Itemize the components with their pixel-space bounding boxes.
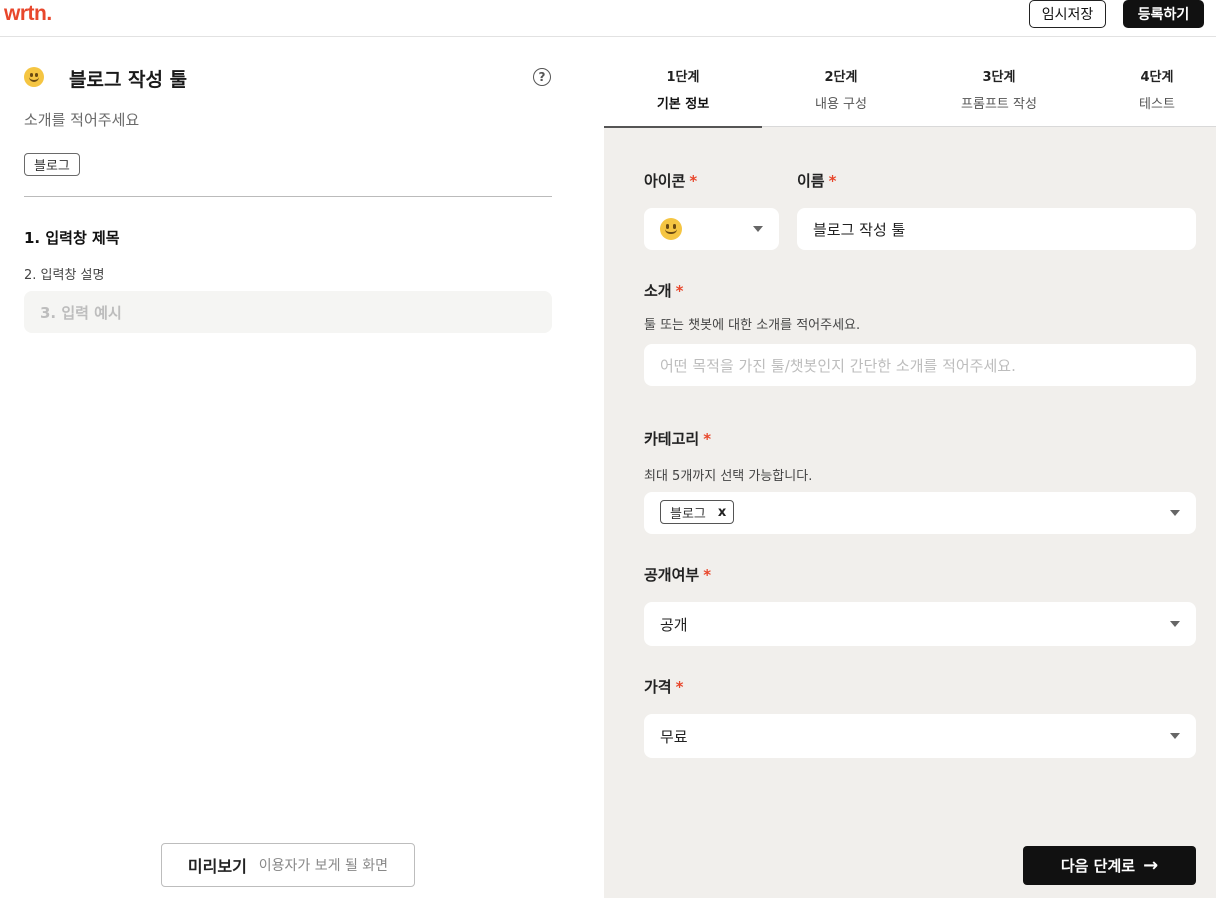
category-label: 카테고리 * [644, 430, 712, 448]
chevron-down-icon [1170, 510, 1180, 516]
step-name: 기본 정보 [656, 97, 710, 112]
step-tabs: 1단계 기본 정보 2단계 내용 구성 3단계 프롬프트 작성 4단계 테스트 [604, 37, 1216, 128]
required-mark: * [703, 430, 712, 448]
intro-label: 소개 * [644, 282, 684, 300]
category-chip: 블로그 x [660, 500, 735, 524]
price-value: 무료 [660, 727, 688, 746]
input-description-field[interactable]: 2. 입력창 설명 [24, 264, 104, 283]
category-select[interactable]: 블로그 x [644, 492, 1196, 534]
tab-step-2[interactable]: 2단계 내용 구성 [762, 37, 920, 127]
settings-panel: 1단계 기본 정보 2단계 내용 구성 3단계 프롬프트 작성 4단계 테스트 … [604, 37, 1216, 898]
temp-save-button[interactable]: 임시저장 [1029, 0, 1106, 28]
next-step-label: 다음 단계로 [1060, 857, 1136, 875]
input-title-field[interactable]: 1. 입력창 제목 [24, 227, 120, 248]
preview-sub-label: 이용자가 보게 될 화면 [258, 858, 389, 874]
chevron-down-icon [753, 226, 763, 232]
icon-label: 아이콘 * [644, 172, 698, 190]
wrtn-logo[interactable]: wrtn. [4, 2, 52, 26]
intro-help-text: 툴 또는 챗봇에 대한 소개를 적어주세요. [644, 318, 861, 333]
intro-hint: 소개를 적어주세요 [24, 111, 140, 129]
chevron-down-icon [1170, 621, 1180, 627]
input-example-field[interactable]: 3. 입력 예시 [24, 291, 552, 333]
step-name: 내용 구성 [815, 97, 867, 112]
visibility-value: 공개 [660, 615, 688, 634]
visibility-label: 공개여부 * [644, 566, 712, 584]
name-input-value: 블로그 작성 툴 [813, 220, 906, 239]
preview-button[interactable]: 미리보기 이용자가 보게 될 화면 [161, 843, 415, 887]
tab-step-4[interactable]: 4단계 테스트 [1078, 37, 1216, 127]
name-input[interactable]: 블로그 작성 툴 [797, 208, 1196, 250]
step-number: 3단계 [982, 70, 1016, 85]
price-select[interactable]: 무료 [644, 714, 1196, 758]
intro-input[interactable]: 어떤 목적을 가진 툴/챗봇인지 간단한 소개를 적어주세요. [644, 344, 1196, 386]
step-number: 1단계 [666, 70, 700, 85]
preview-panel: 블로그 작성 툴 ? 소개를 적어주세요 블로그 1. 입력창 제목 2. 입력… [0, 37, 604, 898]
category-help-text: 최대 5개까지 선택 가능합니다. [644, 469, 813, 484]
step-number: 4단계 [1140, 70, 1174, 85]
smiley-icon [660, 218, 682, 240]
name-label: 이름 * [797, 172, 837, 190]
step-name: 테스트 [1139, 97, 1175, 112]
price-label: 가격 * [644, 678, 684, 696]
divider [24, 196, 552, 197]
required-mark: * [675, 282, 684, 300]
required-mark: * [828, 172, 837, 190]
step-name: 프롬프트 작성 [961, 97, 1037, 112]
close-icon[interactable]: x [718, 505, 726, 520]
help-icon[interactable]: ? [533, 68, 551, 86]
required-mark: * [703, 566, 712, 584]
step-number: 2단계 [824, 70, 858, 85]
smiley-icon [24, 67, 44, 87]
intro-input-placeholder: 어떤 목적을 가진 툴/챗봇인지 간단한 소개를 적어주세요. [660, 356, 1016, 375]
required-mark: * [675, 678, 684, 696]
required-mark: * [689, 172, 698, 190]
tool-title: 블로그 작성 툴 [69, 69, 188, 91]
top-bar: wrtn. 임시저장 등록하기 [0, 0, 1216, 37]
tab-step-1[interactable]: 1단계 기본 정보 [604, 37, 762, 128]
register-button[interactable]: 등록하기 [1123, 0, 1204, 28]
next-step-button[interactable]: 다음 단계로 → [1023, 846, 1196, 885]
chevron-down-icon [1170, 733, 1180, 739]
arrow-right-icon: → [1143, 855, 1159, 876]
icon-select[interactable] [644, 208, 779, 250]
preview-label: 미리보기 [187, 857, 247, 876]
category-tag: 블로그 [24, 153, 80, 176]
category-chip-label: 블로그 [670, 506, 706, 522]
visibility-select[interactable]: 공개 [644, 602, 1196, 646]
tab-step-3[interactable]: 3단계 프롬프트 작성 [920, 37, 1078, 127]
